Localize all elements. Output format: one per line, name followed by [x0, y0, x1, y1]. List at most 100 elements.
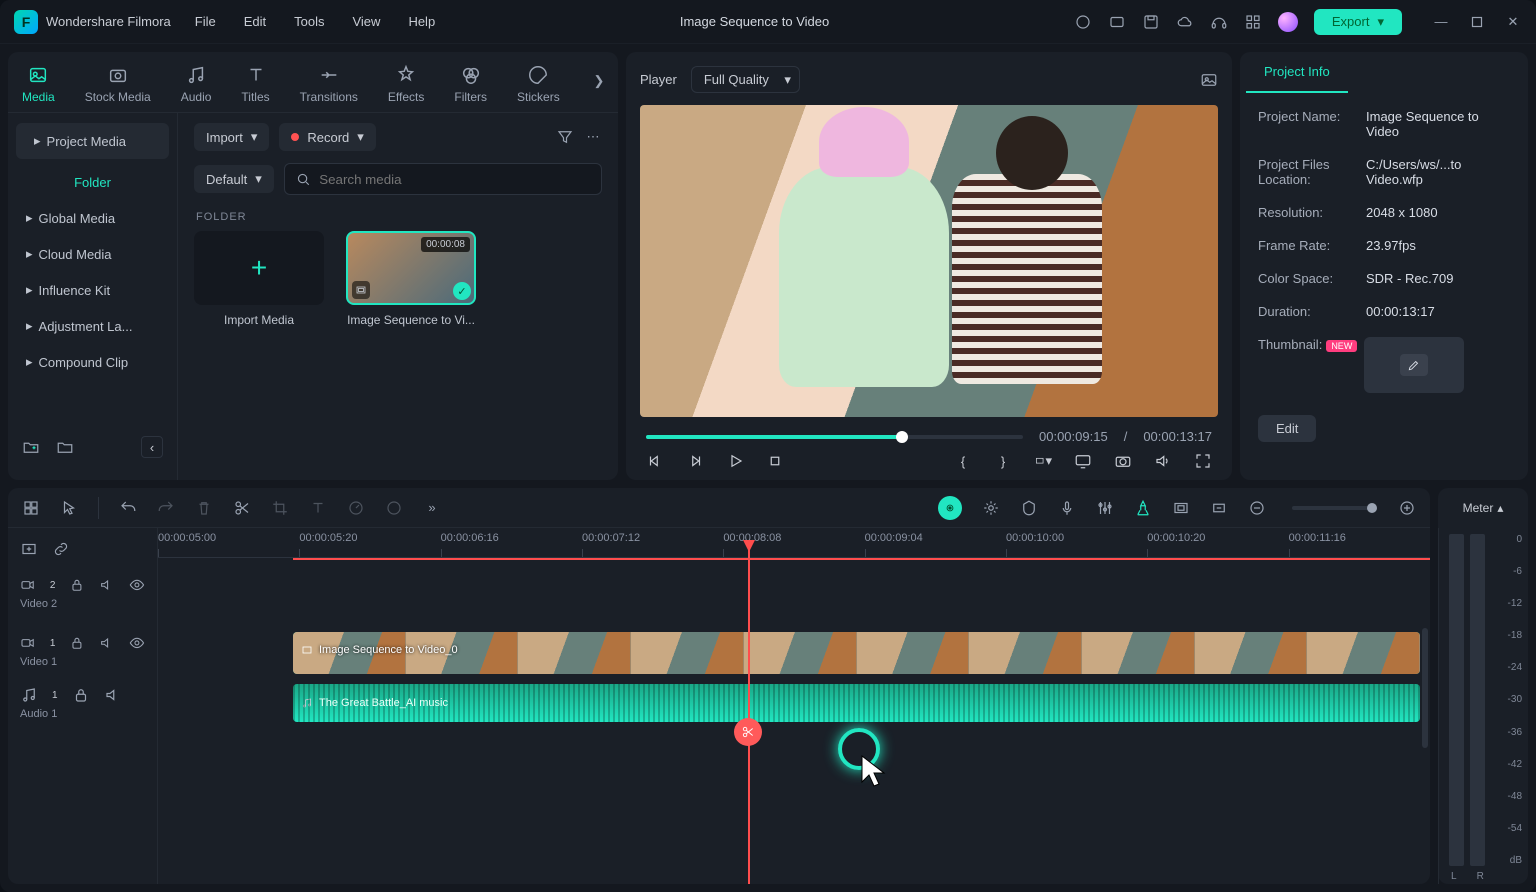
play-button[interactable] [726, 452, 744, 470]
tab-stickers[interactable]: Stickers [517, 64, 560, 104]
fullscreen-icon[interactable] [1194, 452, 1212, 470]
tab-effects[interactable]: Effects [388, 64, 424, 104]
apps-icon[interactable] [1244, 13, 1262, 31]
stop-button[interactable] [766, 452, 784, 470]
window-close[interactable]: ✕ [1504, 13, 1522, 31]
mixer-icon[interactable] [1096, 499, 1114, 517]
track-head-video1[interactable]: 1 Video 1 [8, 622, 157, 680]
delete-icon[interactable] [195, 499, 213, 517]
zoom-in-icon[interactable] [1398, 499, 1416, 517]
tab-filters[interactable]: Filters [454, 64, 487, 104]
menu-file[interactable]: File [195, 14, 216, 29]
support-icon[interactable] [1210, 13, 1228, 31]
save-icon[interactable] [1142, 13, 1160, 31]
search-field[interactable] [319, 172, 591, 187]
menu-edit[interactable]: Edit [244, 14, 266, 29]
ratio-dropdown[interactable]: ▾ [1034, 452, 1052, 470]
volume-icon[interactable] [1154, 452, 1172, 470]
sort-dropdown[interactable]: Default ▾ [194, 165, 274, 193]
video-preview[interactable] [640, 105, 1218, 417]
menu-view[interactable]: View [352, 14, 380, 29]
sidebar-global-media[interactable]: ▸ Global Media [8, 200, 177, 236]
render-icon[interactable] [1134, 499, 1152, 517]
search-input[interactable] [284, 163, 602, 195]
sidebar-influence-kit[interactable]: ▸ Influence Kit [8, 272, 177, 308]
display-icon[interactable] [1074, 452, 1092, 470]
menu-tools[interactable]: Tools [294, 14, 324, 29]
voiceover-icon[interactable] [1058, 499, 1076, 517]
more-tools-icon[interactable]: » [423, 499, 441, 517]
crop-icon[interactable] [271, 499, 289, 517]
audio-clip[interactable]: The Great Battle_AI music [293, 684, 1420, 722]
tab-stock-media[interactable]: Stock Media [85, 64, 151, 104]
user-avatar[interactable] [1278, 12, 1298, 32]
playhead[interactable] [748, 550, 750, 884]
track-add-icon[interactable] [20, 540, 38, 558]
sidebar-compound-clip[interactable]: ▸ Compound Clip [8, 344, 177, 380]
menu-help[interactable]: Help [408, 14, 435, 29]
tab-audio[interactable]: Audio [181, 64, 212, 104]
tab-titles[interactable]: Titles [241, 64, 269, 104]
ai-button[interactable] [938, 496, 962, 520]
import-media-tile[interactable]: + Import Media [194, 231, 324, 327]
sidebar-folder[interactable]: Folder [8, 165, 177, 200]
speed-icon[interactable] [347, 499, 365, 517]
folder-icon[interactable] [56, 438, 74, 456]
layout-icon[interactable] [22, 499, 40, 517]
zoom-out-icon[interactable] [1248, 499, 1266, 517]
collapse-sidebar[interactable]: ‹ [141, 436, 163, 458]
next-frame-button[interactable] [686, 452, 704, 470]
prev-frame-button[interactable] [646, 452, 664, 470]
undo-icon[interactable] [119, 499, 137, 517]
video-clip[interactable]: Image Sequence to Video_0 [293, 632, 1420, 674]
lock-icon[interactable] [69, 576, 85, 594]
tab-media[interactable]: Media [22, 64, 55, 104]
device-icon[interactable] [1108, 13, 1126, 31]
lock-icon[interactable] [69, 634, 85, 652]
window-maximize[interactable] [1468, 13, 1486, 31]
pointer-icon[interactable] [60, 499, 78, 517]
quality-dropdown[interactable]: Full Quality [691, 66, 800, 93]
sidebar-adjustment[interactable]: ▸ Adjustment La... [8, 308, 177, 344]
mark-out-button[interactable]: } [994, 452, 1012, 470]
marker-icon[interactable] [1020, 499, 1038, 517]
timeline-area[interactable]: 00:00:05:00 00:00:05:20 00:00:06:16 00:0… [158, 528, 1430, 884]
playback-slider[interactable] [646, 435, 1023, 439]
aspect-icon[interactable] [1172, 499, 1190, 517]
window-minimize[interactable]: ― [1432, 13, 1450, 31]
time-ruler[interactable]: 00:00:05:00 00:00:05:20 00:00:06:16 00:0… [158, 528, 1430, 558]
enhance-icon[interactable] [982, 499, 1000, 517]
zoom-slider[interactable] [1292, 506, 1372, 510]
more-icon[interactable]: ⋯ [584, 128, 602, 146]
thumbnail-preview[interactable] [1364, 337, 1464, 393]
lock-icon[interactable] [72, 686, 90, 704]
media-clip-tile[interactable]: 00:00:08 ✓ Image Sequence to Vi... [346, 231, 476, 327]
eye-icon[interactable] [129, 634, 145, 652]
fit-icon[interactable] [1210, 499, 1228, 517]
link-icon[interactable] [52, 540, 70, 558]
sidebar-cloud-media[interactable]: ▸ Cloud Media [8, 236, 177, 272]
eye-icon[interactable] [129, 576, 145, 594]
progress-ring-icon[interactable] [1074, 13, 1092, 31]
import-dropdown[interactable]: Import ▾ [194, 123, 269, 151]
redo-icon[interactable] [157, 499, 175, 517]
camera-icon[interactable] [1114, 452, 1132, 470]
text-icon[interactable] [309, 499, 327, 517]
mark-in-button[interactable]: { [954, 452, 972, 470]
color-icon[interactable] [385, 499, 403, 517]
cloud-icon[interactable] [1176, 13, 1194, 31]
new-folder-icon[interactable] [22, 438, 40, 456]
track-head-audio1[interactable]: 1 Audio 1 [8, 680, 157, 726]
edit-button[interactable]: Edit [1258, 415, 1316, 442]
tab-transitions[interactable]: Transitions [300, 64, 358, 104]
timeline-scrollbar[interactable] [1422, 628, 1428, 748]
meter-label[interactable]: Meter ▴ [1463, 488, 1504, 528]
record-dropdown[interactable]: Record ▾ [279, 123, 375, 151]
snapshot-image-icon[interactable] [1200, 71, 1218, 89]
project-info-tab[interactable]: Project Info [1246, 52, 1348, 93]
mute-icon[interactable] [99, 576, 115, 594]
mute-icon[interactable] [99, 634, 115, 652]
tabs-scroll-right[interactable]: ❯ [590, 72, 608, 90]
filter-icon[interactable] [556, 128, 574, 146]
mute-icon[interactable] [104, 686, 122, 704]
